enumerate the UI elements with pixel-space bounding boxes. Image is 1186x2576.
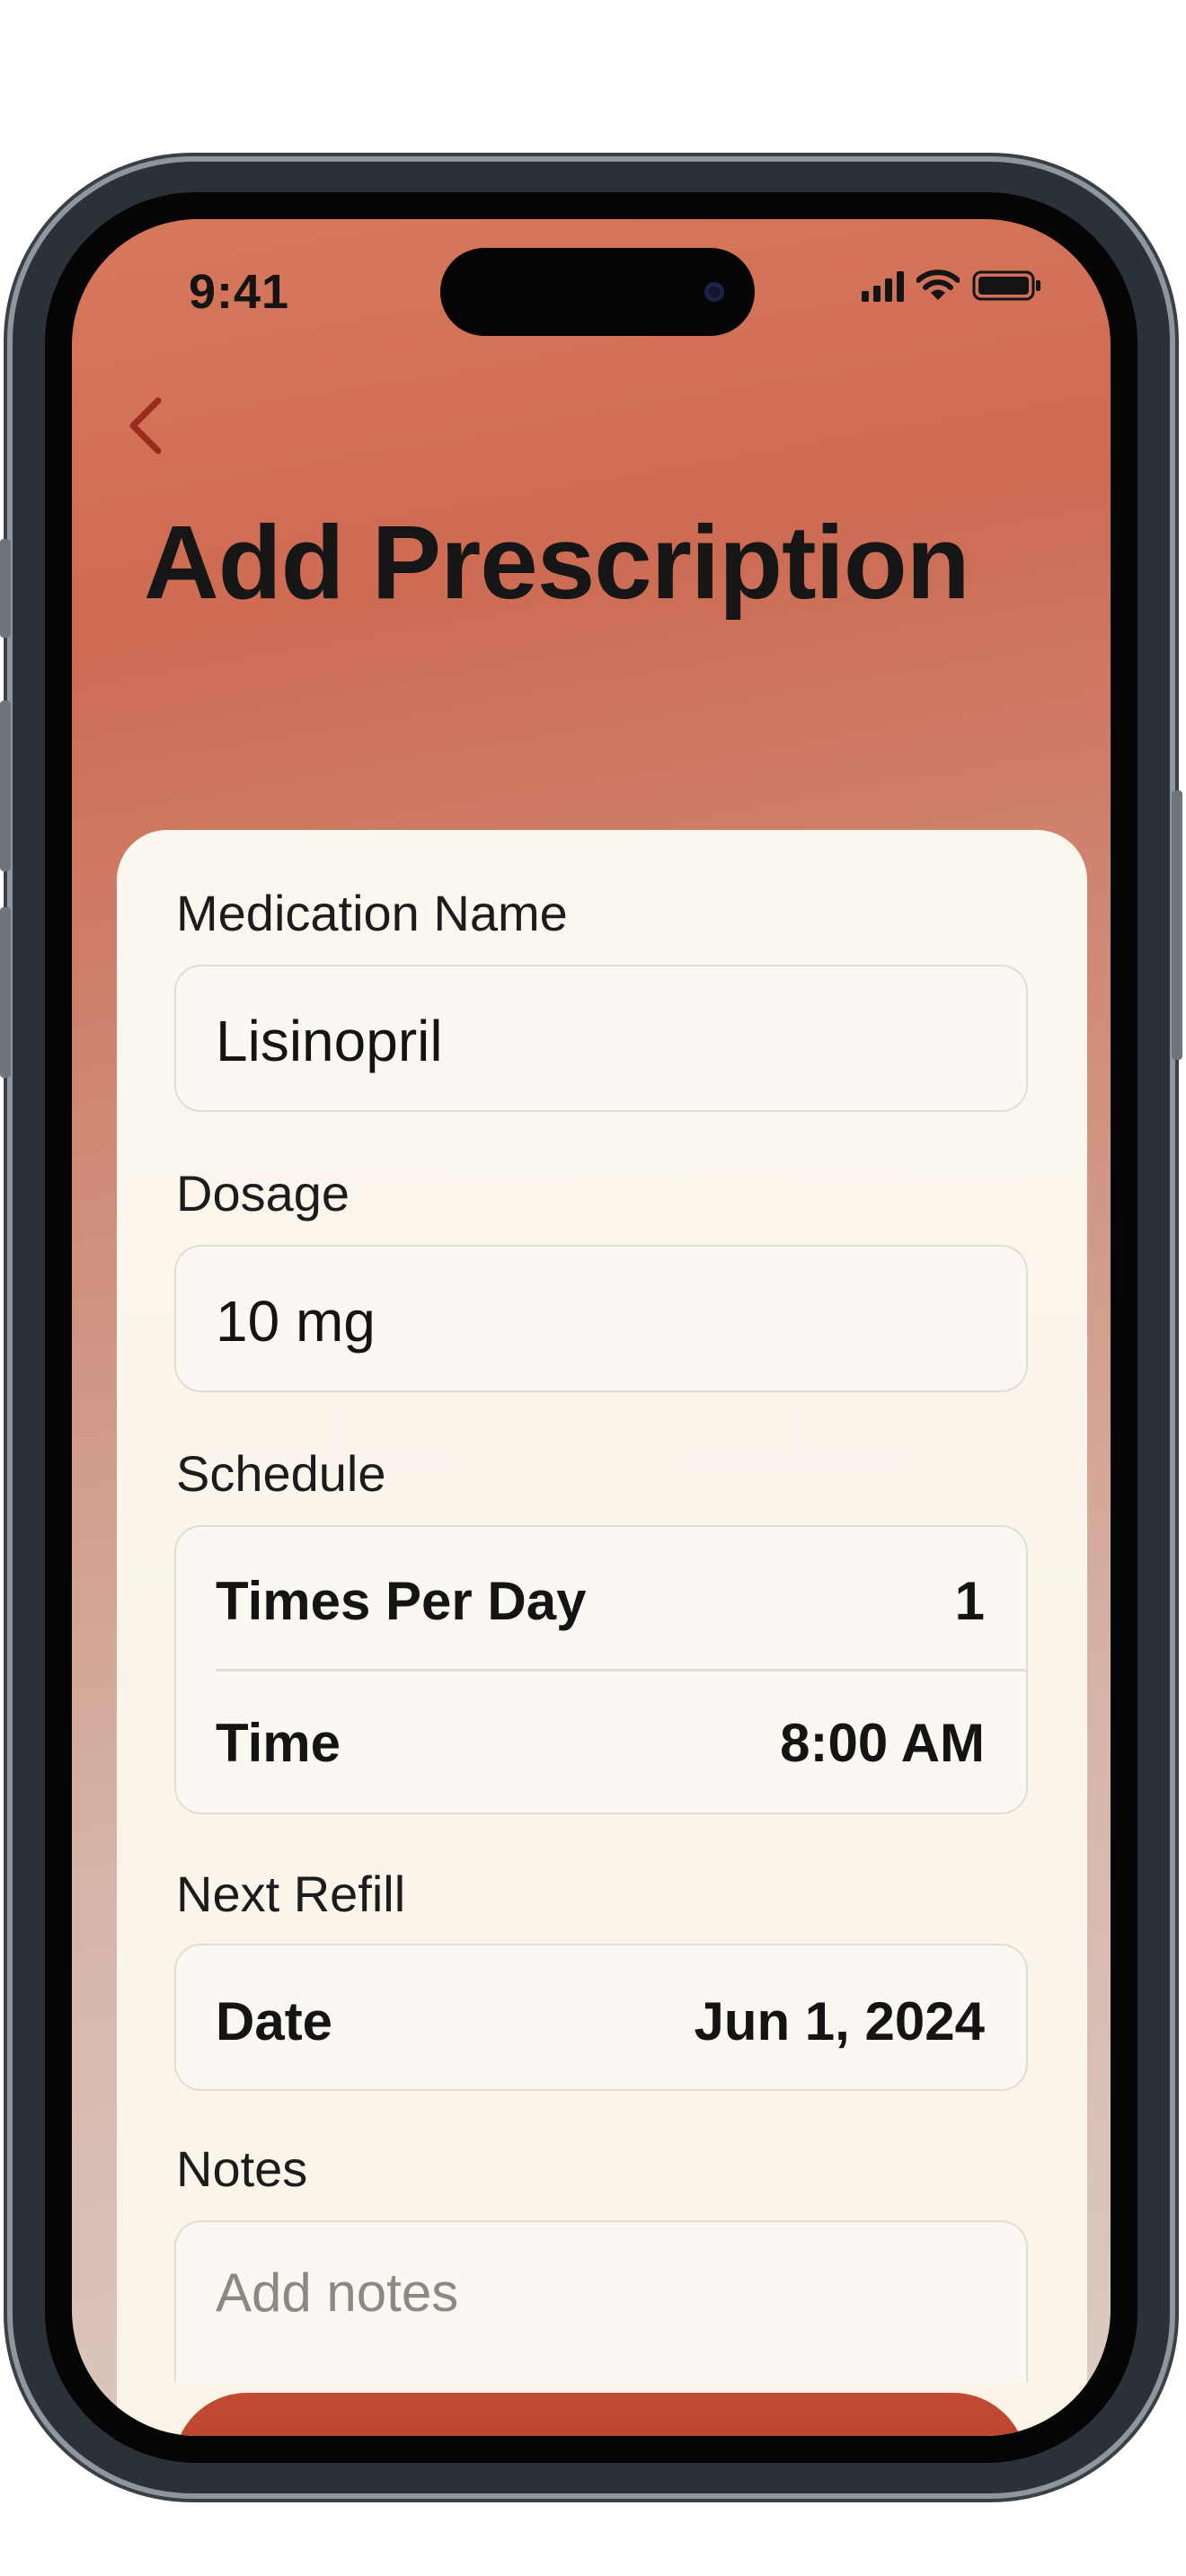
status-icons xyxy=(862,269,1042,302)
notes-placeholder: Add notes xyxy=(216,2263,459,2323)
back-button[interactable] xyxy=(119,390,173,462)
time-label: Time xyxy=(216,1713,341,1773)
screen: 9:41 Add Prescription Medication Name Li… xyxy=(72,219,1111,2436)
refill-date-label: Date xyxy=(216,1991,333,2051)
schedule-group: Times Per Day 1 Time 8:00 AM xyxy=(174,1525,1028,1814)
save-button[interactable]: Save xyxy=(173,2393,1027,2436)
dynamic-island xyxy=(440,248,755,336)
volume-down-button xyxy=(0,907,11,1078)
dosage-value: 10 mg xyxy=(216,1289,376,1354)
times-per-day-label: Times Per Day xyxy=(216,1571,587,1631)
page-title: Add Prescription xyxy=(144,504,970,621)
refill-date-row[interactable]: Date Jun 1, 2024 xyxy=(174,1944,1028,2091)
time-value: 8:00 AM xyxy=(780,1713,985,1773)
action-button xyxy=(0,539,11,638)
medication-name-value: Lisinopril xyxy=(216,1009,443,1073)
dosage-label: Dosage xyxy=(176,1165,350,1222)
times-per-day-value: 1 xyxy=(954,1571,985,1631)
medication-name-field[interactable]: Lisinopril xyxy=(174,965,1028,1112)
refill-date-value: Jun 1, 2024 xyxy=(694,1991,985,2051)
power-button xyxy=(1172,790,1182,1060)
schedule-label: Schedule xyxy=(176,1445,386,1502)
notes-label: Notes xyxy=(176,2140,308,2197)
chevron-left-icon xyxy=(129,397,162,454)
dosage-field[interactable]: 10 mg xyxy=(174,1245,1028,1392)
volume-up-button xyxy=(0,701,11,871)
battery-icon xyxy=(972,270,1040,301)
time-row[interactable]: Time 8:00 AM xyxy=(176,1671,1026,1814)
cellular-signal-icon xyxy=(862,271,904,302)
notes-field[interactable]: Add notes xyxy=(174,2220,1028,2382)
form-card: Medication Name Lisinopril Dosage 10 mg … xyxy=(117,830,1087,2436)
status-time: 9:41 xyxy=(189,265,290,319)
phone-bezel: 9:41 Add Prescription Medication Name Li… xyxy=(45,192,1137,2463)
wifi-icon xyxy=(916,269,960,300)
times-per-day-row[interactable]: Times Per Day 1 xyxy=(176,1527,1026,1671)
camera-icon xyxy=(704,282,724,302)
next-refill-label: Next Refill xyxy=(176,1866,406,1922)
medication-name-label: Medication Name xyxy=(176,885,568,941)
phone-frame: 9:41 Add Prescription Medication Name Li… xyxy=(0,162,1182,2493)
